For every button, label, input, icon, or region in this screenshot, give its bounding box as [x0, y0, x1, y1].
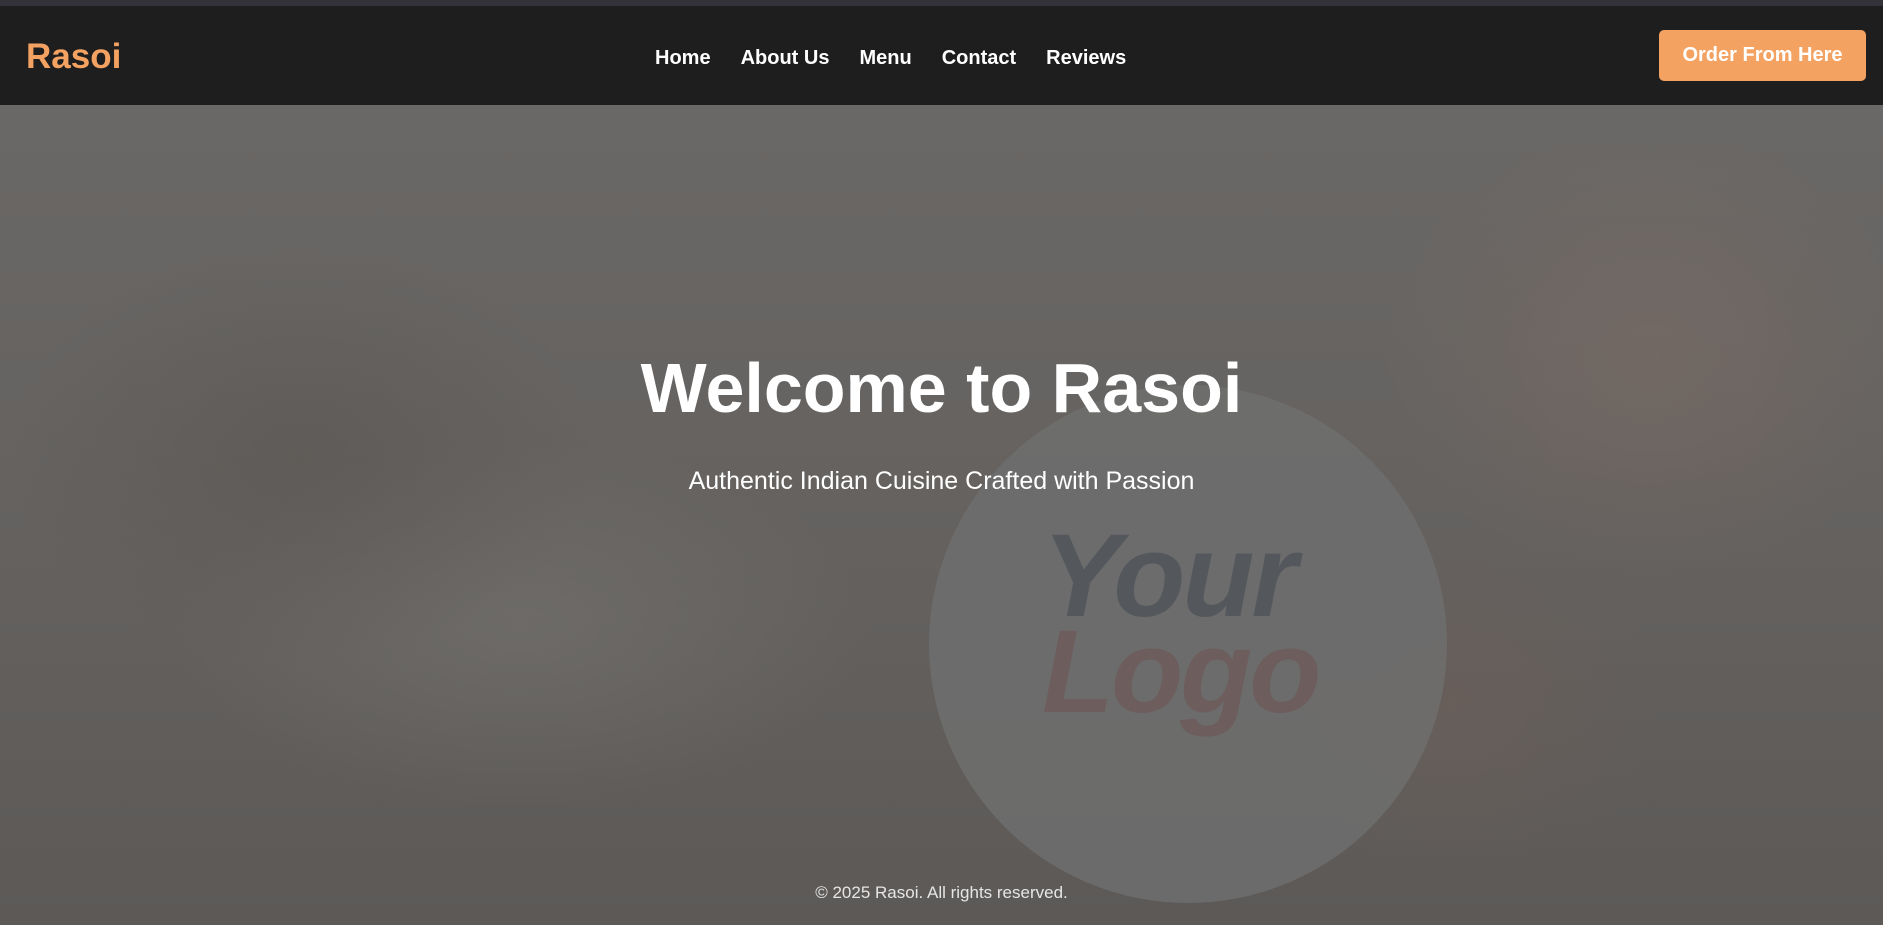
nav-link-about-us[interactable]: About Us [741, 48, 830, 68]
hero-title: Welcome to Rasoi [640, 349, 1243, 427]
brand-logo-text[interactable]: Rasoi [26, 39, 121, 74]
hero-subtitle: Authentic Indian Cuisine Crafted with Pa… [688, 467, 1195, 495]
nav-link-contact[interactable]: Contact [942, 48, 1016, 68]
logo-placeholder-text-logo: Logo [1042, 606, 1321, 738]
nav-link-home[interactable]: Home [655, 48, 711, 68]
order-from-here-button[interactable]: Order From Here [1659, 30, 1866, 81]
nav-links: Home About Us Menu Contact Reviews [655, 48, 1126, 68]
nav-link-menu[interactable]: Menu [859, 48, 911, 68]
hero-section: Your Logo Welcome to Rasoi Authentic Ind… [0, 105, 1883, 925]
navbar: Rasoi Home About Us Menu Contact Reviews… [0, 6, 1883, 105]
nav-link-reviews[interactable]: Reviews [1046, 48, 1126, 68]
footer-copyright: © 2025 Rasoi. All rights reserved. [815, 883, 1068, 902]
